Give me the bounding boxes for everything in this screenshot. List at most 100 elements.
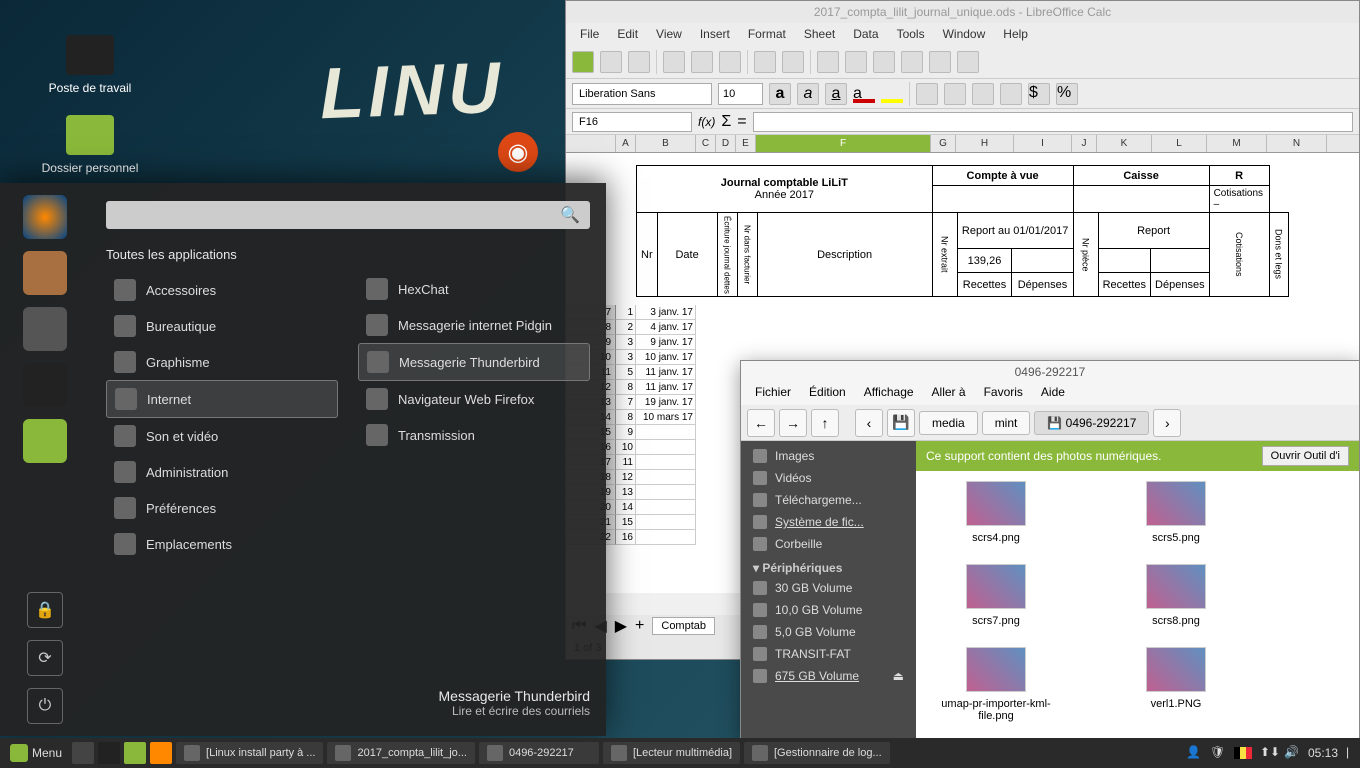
app-item[interactable]: Messagerie Thunderbird [358, 343, 590, 381]
user-icon[interactable]: 👤 [1186, 745, 1202, 761]
file-item[interactable]: verl1.PNG [1106, 647, 1246, 722]
new-icon[interactable] [572, 51, 594, 73]
col-header[interactable]: J [1072, 135, 1097, 152]
cut-icon[interactable] [663, 51, 685, 73]
paste-icon[interactable] [719, 51, 741, 73]
cell[interactable] [636, 485, 696, 500]
taskbar-task[interactable]: 0496-292217 [479, 742, 599, 764]
files-icon[interactable] [23, 419, 67, 463]
menu-window[interactable]: Window [935, 25, 994, 43]
cell[interactable]: 12 [616, 470, 636, 485]
col-header[interactable]: C [696, 135, 716, 152]
cell[interactable]: 11 [616, 455, 636, 470]
table-row[interactable]: 719 janv. 17 [616, 395, 696, 410]
cell[interactable]: 16 [616, 530, 636, 545]
cell[interactable] [636, 515, 696, 530]
table-row[interactable]: 15 [616, 515, 696, 530]
search-input[interactable]: 🔍 [106, 201, 590, 229]
menu-aide[interactable]: Aide [1033, 383, 1073, 405]
menu-data[interactable]: Data [845, 25, 886, 43]
crumb-prev-icon[interactable]: ‹ [855, 409, 883, 437]
open-tool-button[interactable]: Ouvrir Outil d'i [1262, 446, 1349, 466]
desktop-icon-home[interactable]: Dossier personnel [35, 115, 145, 175]
menu-sheet[interactable]: Sheet [796, 25, 843, 43]
fx-icon[interactable]: f(x) [698, 115, 715, 129]
menu-format[interactable]: Format [740, 25, 794, 43]
taskbar-task[interactable]: [Linux install party à ... [176, 742, 323, 764]
cell[interactable]: 14 [616, 500, 636, 515]
sidebar-item-volume[interactable]: 5,0 GB Volume [741, 621, 916, 643]
file-item[interactable]: scrs8.png [1106, 564, 1246, 627]
sidebar-item-volume[interactable]: TRANSIT-FAT [741, 643, 916, 665]
taskbar-task[interactable]: [Lecteur multimédia] [603, 742, 740, 764]
cell[interactable]: 5 [616, 365, 636, 380]
app-item[interactable]: HexChat [358, 271, 590, 307]
table-row[interactable]: 14 [616, 500, 696, 515]
table-row[interactable]: 13 janv. 17 [616, 305, 696, 320]
sidebar-item-filesystem[interactable]: Système de fic... [741, 511, 916, 533]
cell[interactable]: 4 janv. 17 [636, 320, 696, 335]
show-desktop-icon[interactable] [72, 742, 94, 764]
sidebar-item-videos[interactable]: Vidéos [741, 467, 916, 489]
taskbar-task[interactable]: [Gestionnaire de log... [744, 742, 890, 764]
col-header[interactable]: L [1152, 135, 1207, 152]
currency-icon[interactable]: $ [1028, 83, 1050, 105]
category-item[interactable]: Administration [106, 454, 338, 490]
highlight-color-icon[interactable] [881, 85, 903, 103]
cell[interactable]: 2 [616, 320, 636, 335]
sidebar-item-downloads[interactable]: Téléchargeme... [741, 489, 916, 511]
cell[interactable] [636, 455, 696, 470]
align-left-icon[interactable] [916, 83, 938, 105]
image-icon[interactable] [901, 51, 923, 73]
col-header[interactable]: F [756, 135, 931, 152]
chart-icon[interactable] [873, 51, 895, 73]
terminal-launcher-icon[interactable] [98, 742, 120, 764]
select-all-corner[interactable] [566, 135, 616, 152]
cell[interactable]: 19 janv. 17 [636, 395, 696, 410]
align-right-icon[interactable] [972, 83, 994, 105]
col-header[interactable]: A [616, 135, 636, 152]
table-row[interactable]: 10 [616, 440, 696, 455]
clock[interactable]: 05:13 [1308, 746, 1338, 760]
menu-tools[interactable]: Tools [889, 25, 933, 43]
file-item[interactable]: scrs4.png [926, 481, 1066, 544]
category-item[interactable]: Son et vidéo [106, 418, 338, 454]
firefox-icon[interactable] [23, 195, 67, 239]
app-item[interactable]: Transmission [358, 417, 590, 453]
italic-icon[interactable]: a [797, 83, 819, 105]
app-item[interactable]: Navigateur Web Firefox [358, 381, 590, 417]
forward-button[interactable]: → [779, 409, 807, 437]
filter-icon[interactable] [845, 51, 867, 73]
cell[interactable]: 8 [616, 410, 636, 425]
settings-icon[interactable] [23, 307, 67, 351]
cell[interactable]: 1 [616, 305, 636, 320]
sidebar-item-trash[interactable]: Corbeille [741, 533, 916, 555]
table-row[interactable]: 310 janv. 17 [616, 350, 696, 365]
category-item[interactable]: Préférences [106, 490, 338, 526]
bold-icon[interactable]: a [769, 83, 791, 105]
table-row[interactable]: 511 janv. 17 [616, 365, 696, 380]
tab-add-icon[interactable]: + [635, 617, 644, 635]
save-icon[interactable] [628, 51, 650, 73]
cell[interactable]: 13 [616, 485, 636, 500]
cell[interactable]: 3 janv. 17 [636, 305, 696, 320]
up-button[interactable]: ↑ [811, 409, 839, 437]
col-header[interactable]: N [1267, 135, 1327, 152]
menu-insert[interactable]: Insert [692, 25, 738, 43]
cell[interactable]: 3 [616, 335, 636, 350]
software-manager-icon[interactable] [23, 251, 67, 295]
cell[interactable]: 15 [616, 515, 636, 530]
table-row[interactable]: 11 [616, 455, 696, 470]
table-row[interactable]: 24 janv. 17 [616, 320, 696, 335]
terminal-icon[interactable] [23, 363, 67, 407]
menu-edition[interactable]: Édition [801, 383, 854, 405]
menu-edit[interactable]: Edit [609, 25, 646, 43]
cell[interactable] [636, 500, 696, 515]
col-header[interactable]: B [636, 135, 696, 152]
font-size-input[interactable] [718, 83, 763, 105]
cell[interactable] [636, 470, 696, 485]
col-header[interactable]: M [1207, 135, 1267, 152]
file-view[interactable]: Ce support contient des photos numérique… [916, 441, 1359, 741]
desktop-icon-computer[interactable]: Poste de travail [35, 35, 145, 95]
category-item[interactable]: Bureautique [106, 308, 338, 344]
